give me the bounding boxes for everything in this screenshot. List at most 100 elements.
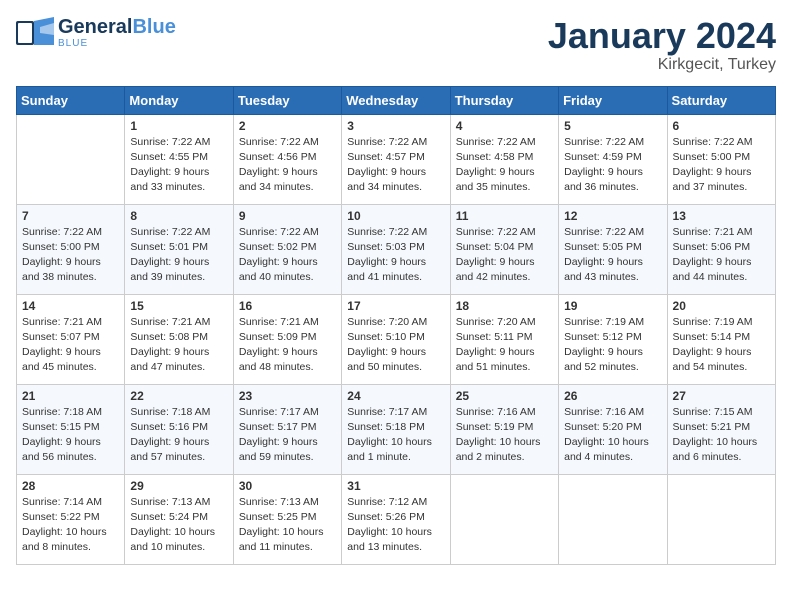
day-info: Sunrise: 7:21 AM Sunset: 5:06 PM Dayligh… (673, 225, 770, 286)
calendar-cell: 13 Sunrise: 7:21 AM Sunset: 5:06 PM Dayli… (667, 204, 775, 294)
day-info: Sunrise: 7:22 AM Sunset: 5:01 PM Dayligh… (130, 225, 227, 286)
day-info: Sunrise: 7:13 AM Sunset: 5:25 PM Dayligh… (239, 495, 336, 556)
day-info: Sunrise: 7:22 AM Sunset: 5:04 PM Dayligh… (456, 225, 553, 286)
calendar-cell (17, 114, 125, 204)
calendar-cell: 19 Sunrise: 7:19 AM Sunset: 5:12 PM Dayli… (559, 294, 667, 384)
day-number: 22 (130, 389, 227, 403)
calendar-cell: 2 Sunrise: 7:22 AM Sunset: 4:56 PM Daylig… (233, 114, 341, 204)
day-info: Sunrise: 7:19 AM Sunset: 5:12 PM Dayligh… (564, 315, 661, 376)
day-number: 24 (347, 389, 444, 403)
logo-tagline: BLUE (58, 38, 176, 49)
calendar-week-row: 21 Sunrise: 7:18 AM Sunset: 5:15 PM Dayli… (17, 384, 776, 474)
day-number: 3 (347, 119, 444, 133)
day-number: 20 (673, 299, 770, 313)
day-info: Sunrise: 7:18 AM Sunset: 5:16 PM Dayligh… (130, 405, 227, 466)
day-info: Sunrise: 7:18 AM Sunset: 5:15 PM Dayligh… (22, 405, 119, 466)
day-number: 14 (22, 299, 119, 313)
calendar-cell (667, 474, 775, 564)
day-number: 17 (347, 299, 444, 313)
location: Kirkgecit, Turkey (548, 56, 776, 74)
calendar-cell: 5 Sunrise: 7:22 AM Sunset: 4:59 PM Daylig… (559, 114, 667, 204)
weekday-header: Tuesday (233, 86, 341, 114)
day-info: Sunrise: 7:20 AM Sunset: 5:10 PM Dayligh… (347, 315, 444, 376)
weekday-header: Sunday (17, 86, 125, 114)
day-info: Sunrise: 7:16 AM Sunset: 5:20 PM Dayligh… (564, 405, 661, 466)
day-info: Sunrise: 7:17 AM Sunset: 5:17 PM Dayligh… (239, 405, 336, 466)
header-row: SundayMondayTuesdayWednesdayThursdayFrid… (17, 86, 776, 114)
day-number: 8 (130, 209, 227, 223)
calendar-cell (559, 474, 667, 564)
day-number: 12 (564, 209, 661, 223)
day-number: 29 (130, 479, 227, 493)
day-number: 9 (239, 209, 336, 223)
day-number: 19 (564, 299, 661, 313)
calendar-cell: 9 Sunrise: 7:22 AM Sunset: 5:02 PM Daylig… (233, 204, 341, 294)
logo: GeneralBlue BLUE (16, 16, 176, 49)
day-number: 26 (564, 389, 661, 403)
day-number: 27 (673, 389, 770, 403)
calendar-cell (450, 474, 558, 564)
calendar-cell: 20 Sunrise: 7:19 AM Sunset: 5:14 PM Dayli… (667, 294, 775, 384)
day-info: Sunrise: 7:22 AM Sunset: 4:59 PM Dayligh… (564, 135, 661, 196)
calendar-cell: 31Sunrise: 7:12 AM Sunset: 5:26 PM Dayli… (342, 474, 450, 564)
calendar-cell: 26 Sunrise: 7:16 AM Sunset: 5:20 PM Dayli… (559, 384, 667, 474)
calendar-cell: 23 Sunrise: 7:17 AM Sunset: 5:17 PM Dayli… (233, 384, 341, 474)
day-number: 21 (22, 389, 119, 403)
day-number: 30 (239, 479, 336, 493)
day-number: 2 (239, 119, 336, 133)
calendar-week-row: 1Sunrise: 7:22 AM Sunset: 4:55 PM Daylig… (17, 114, 776, 204)
calendar-cell: 27Sunrise: 7:15 AM Sunset: 5:21 PM Dayli… (667, 384, 775, 474)
day-info: Sunrise: 7:22 AM Sunset: 5:03 PM Dayligh… (347, 225, 444, 286)
day-info: Sunrise: 7:16 AM Sunset: 5:19 PM Dayligh… (456, 405, 553, 466)
calendar-cell: 7Sunrise: 7:22 AM Sunset: 5:00 PM Daylig… (17, 204, 125, 294)
calendar-cell: 25 Sunrise: 7:16 AM Sunset: 5:19 PM Dayli… (450, 384, 558, 474)
day-number: 15 (130, 299, 227, 313)
calendar-cell: 11 Sunrise: 7:22 AM Sunset: 5:04 PM Dayli… (450, 204, 558, 294)
day-info: Sunrise: 7:13 AM Sunset: 5:24 PM Dayligh… (130, 495, 227, 556)
day-info: Sunrise: 7:22 AM Sunset: 4:56 PM Dayligh… (239, 135, 336, 196)
day-number: 7 (22, 209, 119, 223)
day-info: Sunrise: 7:22 AM Sunset: 5:02 PM Dayligh… (239, 225, 336, 286)
calendar-table: SundayMondayTuesdayWednesdayThursdayFrid… (16, 86, 776, 565)
weekday-header: Wednesday (342, 86, 450, 114)
weekday-header: Monday (125, 86, 233, 114)
calendar-cell: 14 Sunrise: 7:21 AM Sunset: 5:07 PM Dayli… (17, 294, 125, 384)
calendar-week-row: 14 Sunrise: 7:21 AM Sunset: 5:07 PM Dayli… (17, 294, 776, 384)
calendar-body: 1Sunrise: 7:22 AM Sunset: 4:55 PM Daylig… (17, 114, 776, 564)
day-info: Sunrise: 7:22 AM Sunset: 4:55 PM Dayligh… (130, 135, 227, 196)
calendar-header: SundayMondayTuesdayWednesdayThursdayFrid… (17, 86, 776, 114)
calendar-cell: 16Sunrise: 7:21 AM Sunset: 5:09 PM Dayli… (233, 294, 341, 384)
calendar-cell: 15Sunrise: 7:21 AM Sunset: 5:08 PM Dayli… (125, 294, 233, 384)
calendar-cell: 12 Sunrise: 7:22 AM Sunset: 5:05 PM Dayli… (559, 204, 667, 294)
day-info: Sunrise: 7:17 AM Sunset: 5:18 PM Dayligh… (347, 405, 444, 466)
logo-text: GeneralBlue (58, 16, 176, 38)
calendar-cell: 17 Sunrise: 7:20 AM Sunset: 5:10 PM Dayli… (342, 294, 450, 384)
calendar-cell: 29 Sunrise: 7:13 AM Sunset: 5:24 PM Dayli… (125, 474, 233, 564)
calendar-cell: 6 Sunrise: 7:22 AM Sunset: 5:00 PM Daylig… (667, 114, 775, 204)
page-header: GeneralBlue BLUE January 2024 Kirkgecit,… (16, 16, 776, 74)
day-info: Sunrise: 7:22 AM Sunset: 4:58 PM Dayligh… (456, 135, 553, 196)
day-number: 28 (22, 479, 119, 493)
calendar-cell: 18Sunrise: 7:20 AM Sunset: 5:11 PM Dayli… (450, 294, 558, 384)
day-number: 6 (673, 119, 770, 133)
calendar-cell: 1Sunrise: 7:22 AM Sunset: 4:55 PM Daylig… (125, 114, 233, 204)
calendar-week-row: 28Sunrise: 7:14 AM Sunset: 5:22 PM Dayli… (17, 474, 776, 564)
day-info: Sunrise: 7:19 AM Sunset: 5:14 PM Dayligh… (673, 315, 770, 376)
weekday-header: Friday (559, 86, 667, 114)
calendar-week-row: 7Sunrise: 7:22 AM Sunset: 5:00 PM Daylig… (17, 204, 776, 294)
day-info: Sunrise: 7:21 AM Sunset: 5:07 PM Dayligh… (22, 315, 119, 376)
day-number: 18 (456, 299, 553, 313)
calendar-cell: 8 Sunrise: 7:22 AM Sunset: 5:01 PM Daylig… (125, 204, 233, 294)
day-number: 23 (239, 389, 336, 403)
day-number: 13 (673, 209, 770, 223)
day-info: Sunrise: 7:22 AM Sunset: 5:05 PM Dayligh… (564, 225, 661, 286)
day-number: 25 (456, 389, 553, 403)
day-number: 11 (456, 209, 553, 223)
calendar-cell: 30 Sunrise: 7:13 AM Sunset: 5:25 PM Dayli… (233, 474, 341, 564)
day-info: Sunrise: 7:22 AM Sunset: 5:00 PM Dayligh… (673, 135, 770, 196)
day-number: 16 (239, 299, 336, 313)
day-number: 5 (564, 119, 661, 133)
day-number: 10 (347, 209, 444, 223)
calendar-cell: 21 Sunrise: 7:18 AM Sunset: 5:15 PM Dayli… (17, 384, 125, 474)
day-info: Sunrise: 7:12 AM Sunset: 5:26 PM Dayligh… (347, 495, 444, 556)
